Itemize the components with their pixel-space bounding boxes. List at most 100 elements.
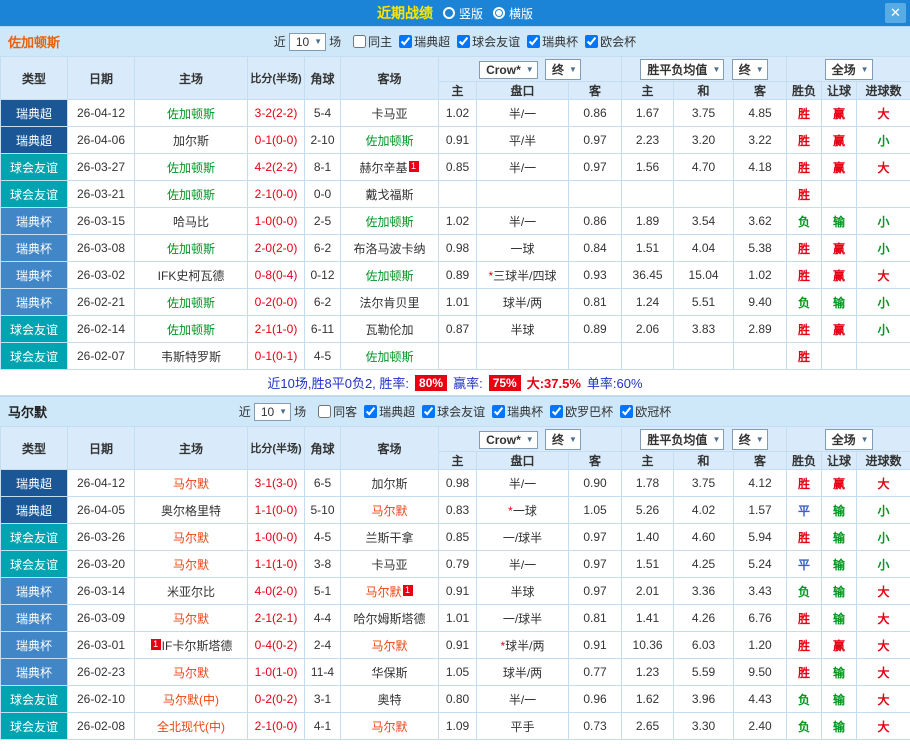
- filter-瑞典杯[interactable]: 瑞典杯: [520, 33, 578, 50]
- score-cell: 0-4(0-2): [247, 631, 305, 659]
- home-team-cell: 奥尔格里特: [134, 496, 248, 524]
- date-cell: 26-03-15: [67, 207, 135, 235]
- league-type-cell: 瑞典超: [0, 126, 68, 154]
- filter-checkbox[interactable]: [353, 35, 367, 48]
- match-row: 球会友谊 26-03-21 佐加顿斯 2-1(0-0) 0-0 戴戈福斯 胜: [0, 180, 910, 208]
- filter-checkbox[interactable]: [318, 405, 332, 418]
- avg-metric-select[interactable]: 胜平负均值 ▼: [640, 58, 725, 80]
- match-count-select[interactable]: 10 ▼: [253, 402, 292, 421]
- close-icon[interactable]: ✕: [885, 3, 906, 23]
- handicap-result-cell: 赢: [821, 631, 858, 659]
- odds-stage-select[interactable]: 终 ▼: [545, 58, 581, 80]
- avg-home-cell: 5.26: [621, 496, 675, 524]
- match-row: 球会友谊 26-03-27 佐加顿斯 4-2(2-2) 8-1 赫尔辛基 1 0.85 半/一 0…: [0, 153, 910, 181]
- chevron-down-icon: ▼: [279, 407, 288, 416]
- filter-bar: 佐加顿斯 近 10 ▼ 场 同主 瑞典超 球会友谊 瑞典杯 欧会杯: [0, 26, 910, 56]
- home-team-cell-name: 马尔默: [172, 665, 209, 680]
- home-team-cell-name: 马尔默: [172, 530, 209, 545]
- filters: 近 10 ▼ 场 同客 瑞典超 球会友谊 瑞典杯 欧罗巴杯 欧冠杯: [239, 402, 671, 421]
- date-cell: 26-04-12: [67, 99, 135, 127]
- match-row: 瑞典杯 26-03-01 1 IF卡尔斯塔德 0-4(0-2) 2-4 马尔默 0.91 *球半…: [0, 631, 910, 659]
- scope-select[interactable]: 全场 ▼: [824, 58, 873, 80]
- avg-home-cell: 2.06: [621, 315, 675, 343]
- filter-瑞典超[interactable]: 瑞典超: [392, 33, 450, 50]
- filter-checkbox[interactable]: [527, 35, 541, 48]
- avg-away-cell: 1.02: [733, 261, 788, 289]
- avg-draw-cell: 4.60: [673, 523, 735, 551]
- filter-瑞典超[interactable]: 瑞典超: [357, 403, 415, 420]
- match-row: 瑞典超 26-04-12 马尔默 3-1(3-0) 6-5 加尔斯 0.98 半/一 0.90 1…: [0, 469, 910, 497]
- league-type-cell: 球会友谊: [0, 523, 68, 551]
- filter-checkbox[interactable]: [399, 35, 413, 48]
- filter-瑞典杯[interactable]: 瑞典杯: [485, 403, 543, 420]
- odds-away-cell: 0.84: [567, 234, 623, 262]
- chevron-down-icon: ▼: [569, 64, 577, 74]
- odds-home-cell: 0.85: [438, 153, 477, 181]
- match-count-select[interactable]: 10 ▼: [288, 32, 327, 51]
- score-cell: 0-1(0-0): [247, 126, 305, 154]
- avg-stage-select[interactable]: 终 ▼: [731, 428, 768, 450]
- odds-company-select[interactable]: Crow* ▼: [479, 430, 538, 449]
- handicap-result-cell: 输: [821, 550, 858, 578]
- col-result: 胜负: [786, 451, 823, 470]
- handicap-cell: *球半/两: [476, 631, 569, 659]
- match-row: 球会友谊 26-02-08 全北现代(中) 2-1(0-0) 4-1 马尔默 1.09 平手 0…: [0, 712, 910, 740]
- odds-home-cell: 1.02: [438, 99, 477, 127]
- layout-radio-vertical[interactable]: 竖版: [442, 5, 483, 22]
- match-row: 瑞典杯 26-02-21 佐加顿斯 0-2(0-0) 6-2 法尔肯贝里 1.01 球半/两 0…: [0, 288, 910, 316]
- away-team-cell-name: 兰斯干拿: [365, 530, 414, 545]
- league-type-cell: 瑞典杯: [0, 207, 68, 235]
- col-odds-away: 客: [567, 451, 623, 470]
- filter-checkbox[interactable]: [457, 35, 471, 48]
- filter-欧罗巴杯[interactable]: 欧罗巴杯: [543, 403, 613, 420]
- avg-home-cell: 1.67: [621, 99, 675, 127]
- filter-label: 瑞典超: [379, 405, 416, 419]
- layout-radio-horizontal[interactable]: 横版: [493, 5, 533, 22]
- score-cell: 1-1(1-0): [247, 550, 305, 578]
- filter-checkbox[interactable]: [492, 405, 506, 418]
- games-label: 场: [329, 35, 342, 49]
- red-card-badge: 1: [408, 160, 419, 172]
- filter-bar: 马尔默 近 10 ▼ 场 同客 瑞典超 球会友谊 瑞典杯 欧罗巴杯 欧冠杯: [0, 396, 910, 426]
- filter-checkbox[interactable]: [550, 405, 564, 418]
- filter-同客[interactable]: 同客: [311, 403, 357, 420]
- col-goals: 进球数: [856, 451, 910, 470]
- filter-同主[interactable]: 同主: [346, 33, 392, 50]
- avg-stage-select[interactable]: 终 ▼: [731, 58, 768, 80]
- filter-checkbox[interactable]: [620, 405, 634, 418]
- result-cell: 胜: [786, 126, 823, 154]
- filter-checkbox[interactable]: [422, 405, 436, 418]
- odds-away-cell: 0.96: [567, 685, 623, 713]
- filter-球会友谊[interactable]: 球会友谊: [415, 403, 485, 420]
- result-cell: 负: [786, 207, 823, 235]
- avg-away-cell: 9.40: [733, 288, 788, 316]
- avg-metric-select[interactable]: 胜平负均值 ▼: [640, 428, 725, 450]
- filter-欧会杯[interactable]: 欧会杯: [578, 33, 636, 50]
- goals-cell: 大: [856, 577, 910, 605]
- away-team-cell: 华保斯: [340, 658, 439, 686]
- away-team-cell-name: 佐加顿斯: [365, 268, 414, 283]
- avg-metric-value: 胜平负均值: [647, 62, 708, 77]
- away-team-cell: 卡马亚: [340, 99, 439, 127]
- filter-球会友谊[interactable]: 球会友谊: [450, 33, 520, 50]
- match-table: 类型 日期 主场 比分(半场) 角球 客场 Crow* ▼ 终 ▼ 胜平负均值 ▼ 终…: [0, 56, 910, 370]
- filter-checkbox[interactable]: [364, 405, 378, 418]
- filter-欧冠杯[interactable]: 欧冠杯: [613, 403, 671, 420]
- odds-company-select[interactable]: Crow* ▼: [479, 60, 538, 79]
- avg-away-cell: 1.20: [733, 631, 788, 659]
- col-score: 比分(半场): [247, 56, 305, 100]
- home-team-cell-name: 全北现代(中): [157, 719, 225, 734]
- filter-checkbox[interactable]: [585, 35, 599, 48]
- home-team-cell: 佐加顿斯: [134, 315, 248, 343]
- odds-stage-select[interactable]: 终 ▼: [545, 428, 581, 450]
- handicap-result-cell: 赢: [821, 153, 858, 181]
- goals-cell: 小: [856, 523, 910, 551]
- scope-select[interactable]: 全场 ▼: [824, 428, 873, 450]
- match-row: 瑞典杯 26-03-15 哈马比 1-0(0-0) 2-5 佐加顿斯 1.02 半/一 0.86…: [0, 207, 910, 235]
- col-date: 日期: [67, 426, 135, 470]
- goals-cell: 小: [856, 288, 910, 316]
- handicap-cell: 半/一: [476, 685, 569, 713]
- away-team-cell: 奥特: [340, 685, 439, 713]
- handicap-cell: [476, 342, 569, 370]
- date-cell: 26-04-05: [67, 496, 135, 524]
